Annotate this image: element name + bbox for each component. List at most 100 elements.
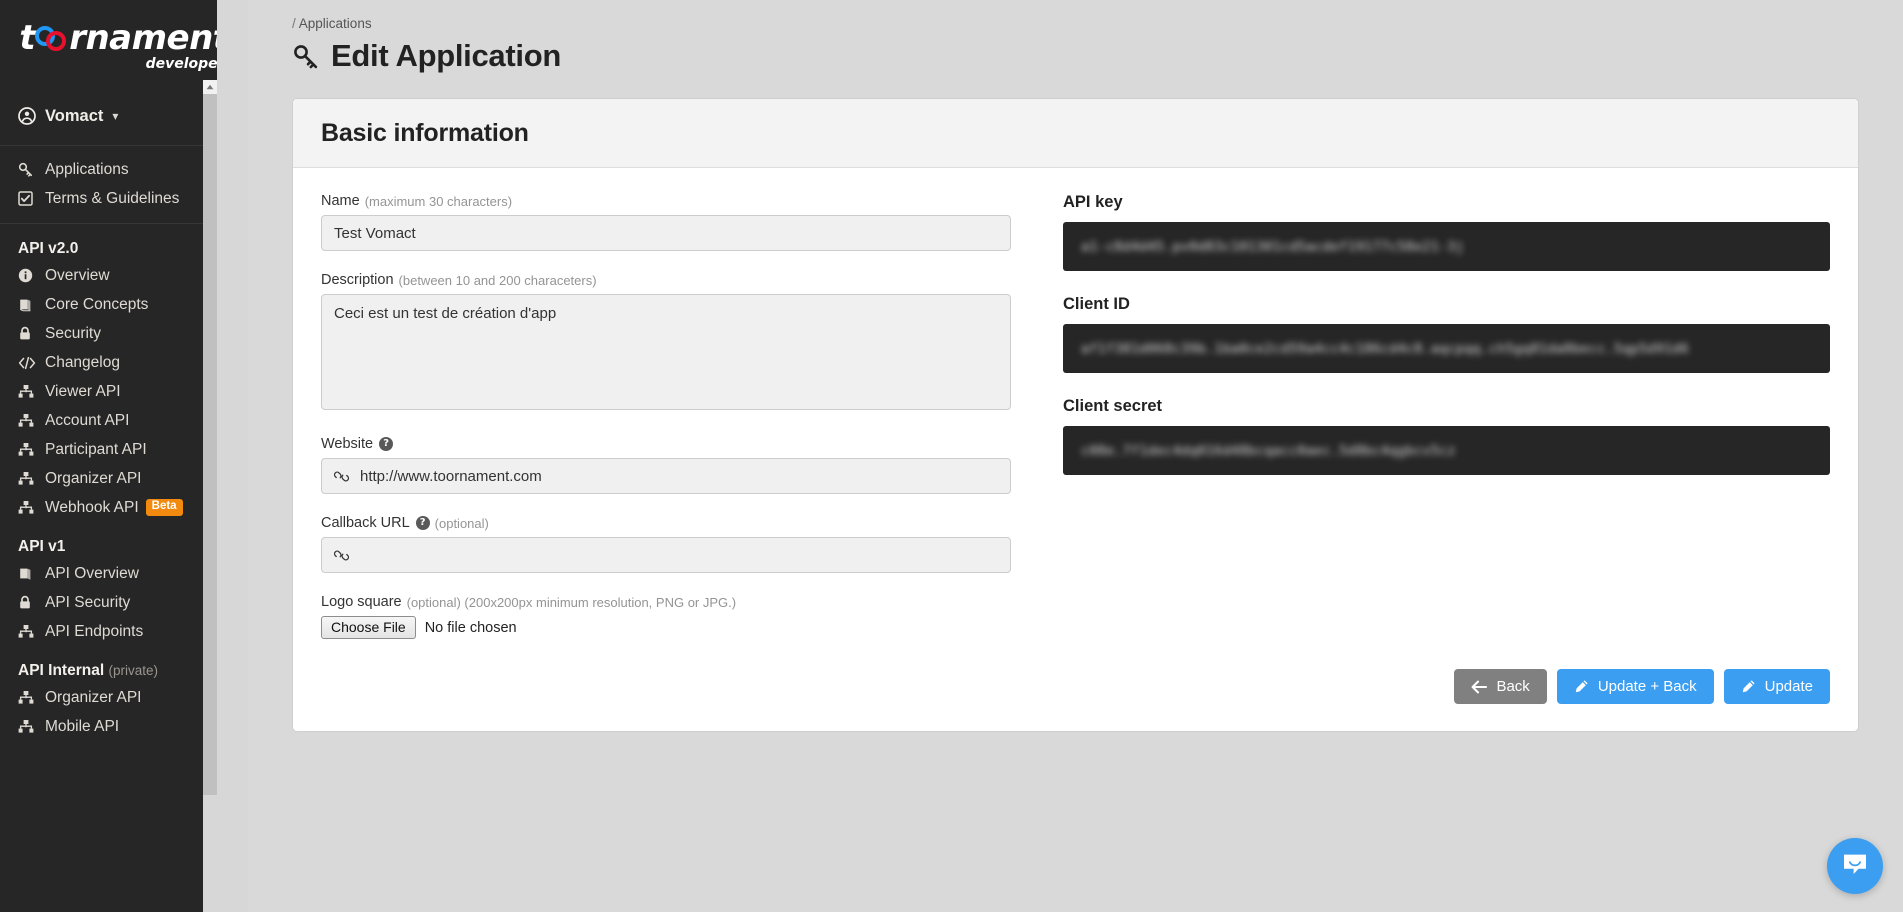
sidebar: t rnament developer Vomact ▾ Application… xyxy=(0,0,248,912)
breadcrumb-separator: / xyxy=(292,16,296,31)
field-label-name: Name (maximum 30 characters) xyxy=(321,193,1011,209)
field-label-callback-url: Callback URL ? (optional) xyxy=(321,515,1011,531)
label-hint: (between 10 and 200 characeters) xyxy=(398,272,597,288)
sidebar-item-label: API Endpoints xyxy=(45,622,144,640)
label-text: Description xyxy=(321,272,394,288)
choose-file-button[interactable]: Choose File xyxy=(321,616,416,639)
user-circle-icon xyxy=(18,107,36,125)
sitemap-icon xyxy=(18,624,38,640)
sidebar-heading-label: API v1 xyxy=(18,538,66,555)
key-icon xyxy=(292,43,319,70)
arrow-left-icon xyxy=(1471,680,1488,694)
label-hint: (optional) (200x200px minimum resolution… xyxy=(406,594,737,610)
form-actions: Back Update + Back Update xyxy=(293,669,1858,731)
website-input[interactable]: http://www.toornament.com xyxy=(321,458,1011,494)
scrollbar-thumb[interactable] xyxy=(203,94,217,795)
sidebar-heading-note: (private) xyxy=(108,663,158,678)
field-label-logo-square: Logo square (optional) (200x200px minimu… xyxy=(321,594,1011,610)
sidebar-item-label: Organizer API xyxy=(45,469,142,487)
pencil-icon xyxy=(1574,679,1589,694)
breadcrumb-link-applications[interactable]: Applications xyxy=(299,16,372,31)
breadcrumb: / Applications xyxy=(292,16,1903,31)
sidebar-item-label: Account API xyxy=(45,411,130,429)
info-circle-icon xyxy=(18,268,38,284)
sidebar-item-label: Security xyxy=(45,324,101,342)
button-label: Update + Back xyxy=(1597,678,1697,695)
form-left-column: Name (maximum 30 characters) Description… xyxy=(321,193,1051,639)
field-callback-url: Callback URL ? (optional) xyxy=(321,515,1011,573)
sitemap-icon xyxy=(18,413,38,429)
sidebar-scrollbar[interactable] xyxy=(203,80,217,912)
sidebar-item-label: Viewer API xyxy=(45,382,121,400)
file-status-text: No file chosen xyxy=(424,619,517,636)
field-description: Description (between 10 and 200 characet… xyxy=(321,272,1011,415)
sidebar-item-label: Organizer API xyxy=(45,688,142,706)
label-text: Callback URL xyxy=(321,515,410,531)
field-website: Website ? http://www.toornament.com xyxy=(321,436,1011,494)
back-button[interactable]: Back xyxy=(1454,669,1547,704)
basic-information-card: Basic information Name (maximum 30 chara… xyxy=(292,98,1859,732)
sidebar-item-label: Core Concepts xyxy=(45,295,149,313)
label-hint: (optional) xyxy=(434,515,489,531)
question-circle-icon[interactable]: ? xyxy=(415,516,430,530)
link-icon xyxy=(334,469,349,484)
sitemap-icon xyxy=(18,442,38,458)
credential-api-key: API key a1-c8d4d45.pv0d83c101301cd5acdef… xyxy=(1063,193,1830,271)
pencil-icon xyxy=(1741,679,1756,694)
main-content: / Applications Edit Application Basic in… xyxy=(248,0,1903,912)
website-value: http://www.toornament.com xyxy=(360,467,542,485)
sitemap-icon xyxy=(18,500,38,516)
api-key-value-box[interactable]: a1-c8d4d45.pv0d83c101301cd5acdef19177c58… xyxy=(1063,222,1830,271)
field-label-description: Description (between 10 and 200 characet… xyxy=(321,272,1011,288)
page-title-text: Edit Application xyxy=(331,38,561,73)
button-label: Update xyxy=(1764,678,1813,695)
label-hint: (maximum 30 characters) xyxy=(364,193,513,209)
chevron-down-icon: ▾ xyxy=(112,109,119,123)
question-circle-icon[interactable]: ? xyxy=(379,437,394,451)
sidebar-item-label: Applications xyxy=(45,160,129,178)
logo-rest: rnament xyxy=(69,17,229,58)
label-text: Website xyxy=(321,436,374,452)
label-text: Name xyxy=(321,193,360,209)
chat-launcher-button[interactable] xyxy=(1827,838,1883,894)
app-root: t rnament developer Vomact ▾ Application… xyxy=(0,0,1903,912)
card-title: Basic information xyxy=(321,119,529,147)
lock-icon xyxy=(18,595,38,611)
lock-icon xyxy=(18,326,38,342)
update-button[interactable]: Update xyxy=(1723,669,1830,704)
sidebar-item-label: Mobile API xyxy=(45,717,120,735)
callback-url-input[interactable] xyxy=(321,537,1011,573)
button-label: Back xyxy=(1496,678,1530,695)
link-icon xyxy=(334,548,349,563)
sidebar-heading-label: API Internal xyxy=(18,662,105,679)
client-id-value-box[interactable]: af1f381d068c39b.1ba0ce2cd59a4cc4c186cd4c… xyxy=(1063,324,1830,373)
credential-label: Client secret xyxy=(1063,397,1163,415)
api-key-value: a1-c8d4d45.pv0d83c101301cd5acdef19177c58… xyxy=(1081,238,1465,255)
scroll-up-button[interactable] xyxy=(203,80,217,94)
sidebar-heading-label: API v2.0 xyxy=(18,240,79,257)
beta-badge: Beta xyxy=(145,499,183,516)
field-logo-square: Logo square (optional) (200x200px minimu… xyxy=(321,594,1011,639)
checkbox-checked-icon xyxy=(18,191,38,207)
sidebar-item-label: Participant API xyxy=(45,440,147,458)
code-icon xyxy=(18,355,38,371)
page-title: Edit Application xyxy=(292,38,1903,74)
field-label-website: Website ? xyxy=(321,436,1011,452)
sitemap-icon xyxy=(18,471,38,487)
credential-client-secret: Client secret c08e.7f1dec4dq016d48bcqacc… xyxy=(1063,397,1830,475)
logo-file-row: Choose File No file chosen xyxy=(321,616,1011,639)
description-textarea[interactable] xyxy=(321,294,1011,410)
credential-label: API key xyxy=(1063,193,1123,211)
client-secret-value-box[interactable]: c08e.7f1dec4dq016d48bcqacc0aec.5d8bc4qgb… xyxy=(1063,426,1830,475)
chat-bubble-icon xyxy=(1841,850,1869,883)
name-input[interactable] xyxy=(321,215,1011,251)
sidebar-item-label: Changelog xyxy=(45,353,120,371)
sidebar-item-label: API Overview xyxy=(45,564,139,582)
logo-wordmark: t rnament xyxy=(19,17,229,58)
update-and-back-button[interactable]: Update + Back xyxy=(1556,669,1714,704)
field-name: Name (maximum 30 characters) xyxy=(321,193,1011,251)
sidebar-scroll-gutter xyxy=(217,0,248,912)
sidebar-item-label: Webhook API xyxy=(45,498,139,516)
logo-rings-icon xyxy=(35,23,69,51)
page-header: / Applications Edit Application xyxy=(248,0,1903,74)
